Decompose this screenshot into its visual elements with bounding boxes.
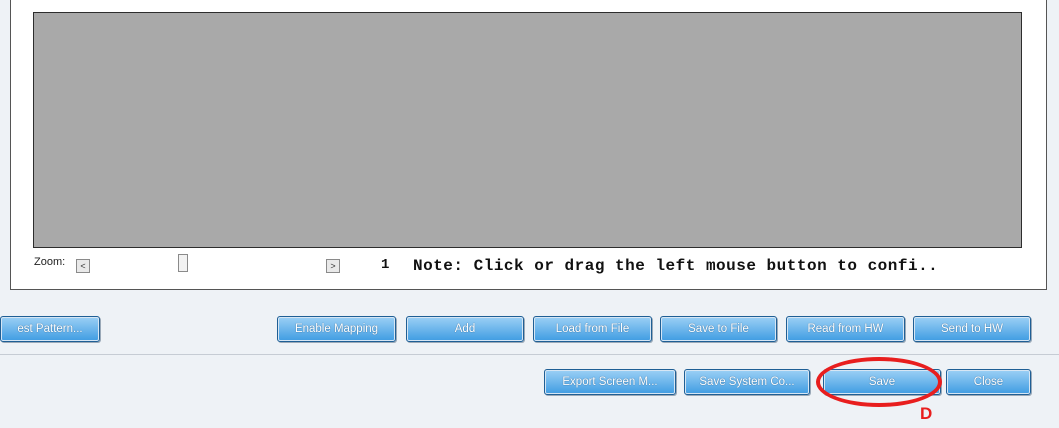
annotation-label: D xyxy=(920,404,933,423)
save-system-config-button[interactable]: Save System Co... xyxy=(684,369,810,395)
zoom-scroll-thumb[interactable] xyxy=(178,254,188,272)
read-from-hw-button[interactable]: Read from HW xyxy=(786,316,905,342)
toolbar-divider xyxy=(0,354,1059,355)
save-to-file-button[interactable]: Save to File xyxy=(660,316,777,342)
test-pattern-button[interactable]: est Pattern... xyxy=(0,316,100,342)
screen-mapping-canvas[interactable] xyxy=(33,12,1022,248)
close-button[interactable]: Close xyxy=(946,369,1031,395)
instruction-note: Note: Click or drag the left mouse butto… xyxy=(413,257,939,275)
save-highlight-circle xyxy=(816,357,942,407)
zoom-scroll-right-button[interactable]: > xyxy=(326,259,340,273)
load-from-file-button[interactable]: Load from File xyxy=(533,316,652,342)
enable-mapping-button[interactable]: Enable Mapping xyxy=(277,316,396,342)
send-to-hw-button[interactable]: Send to HW xyxy=(913,316,1031,342)
export-screen-button[interactable]: Export Screen M... xyxy=(544,369,676,395)
zoom-value: 1 xyxy=(381,257,390,273)
add-button[interactable]: Add xyxy=(406,316,524,342)
zoom-label: Zoom: xyxy=(34,256,66,268)
zoom-scroll-left-button[interactable]: < xyxy=(76,259,90,273)
